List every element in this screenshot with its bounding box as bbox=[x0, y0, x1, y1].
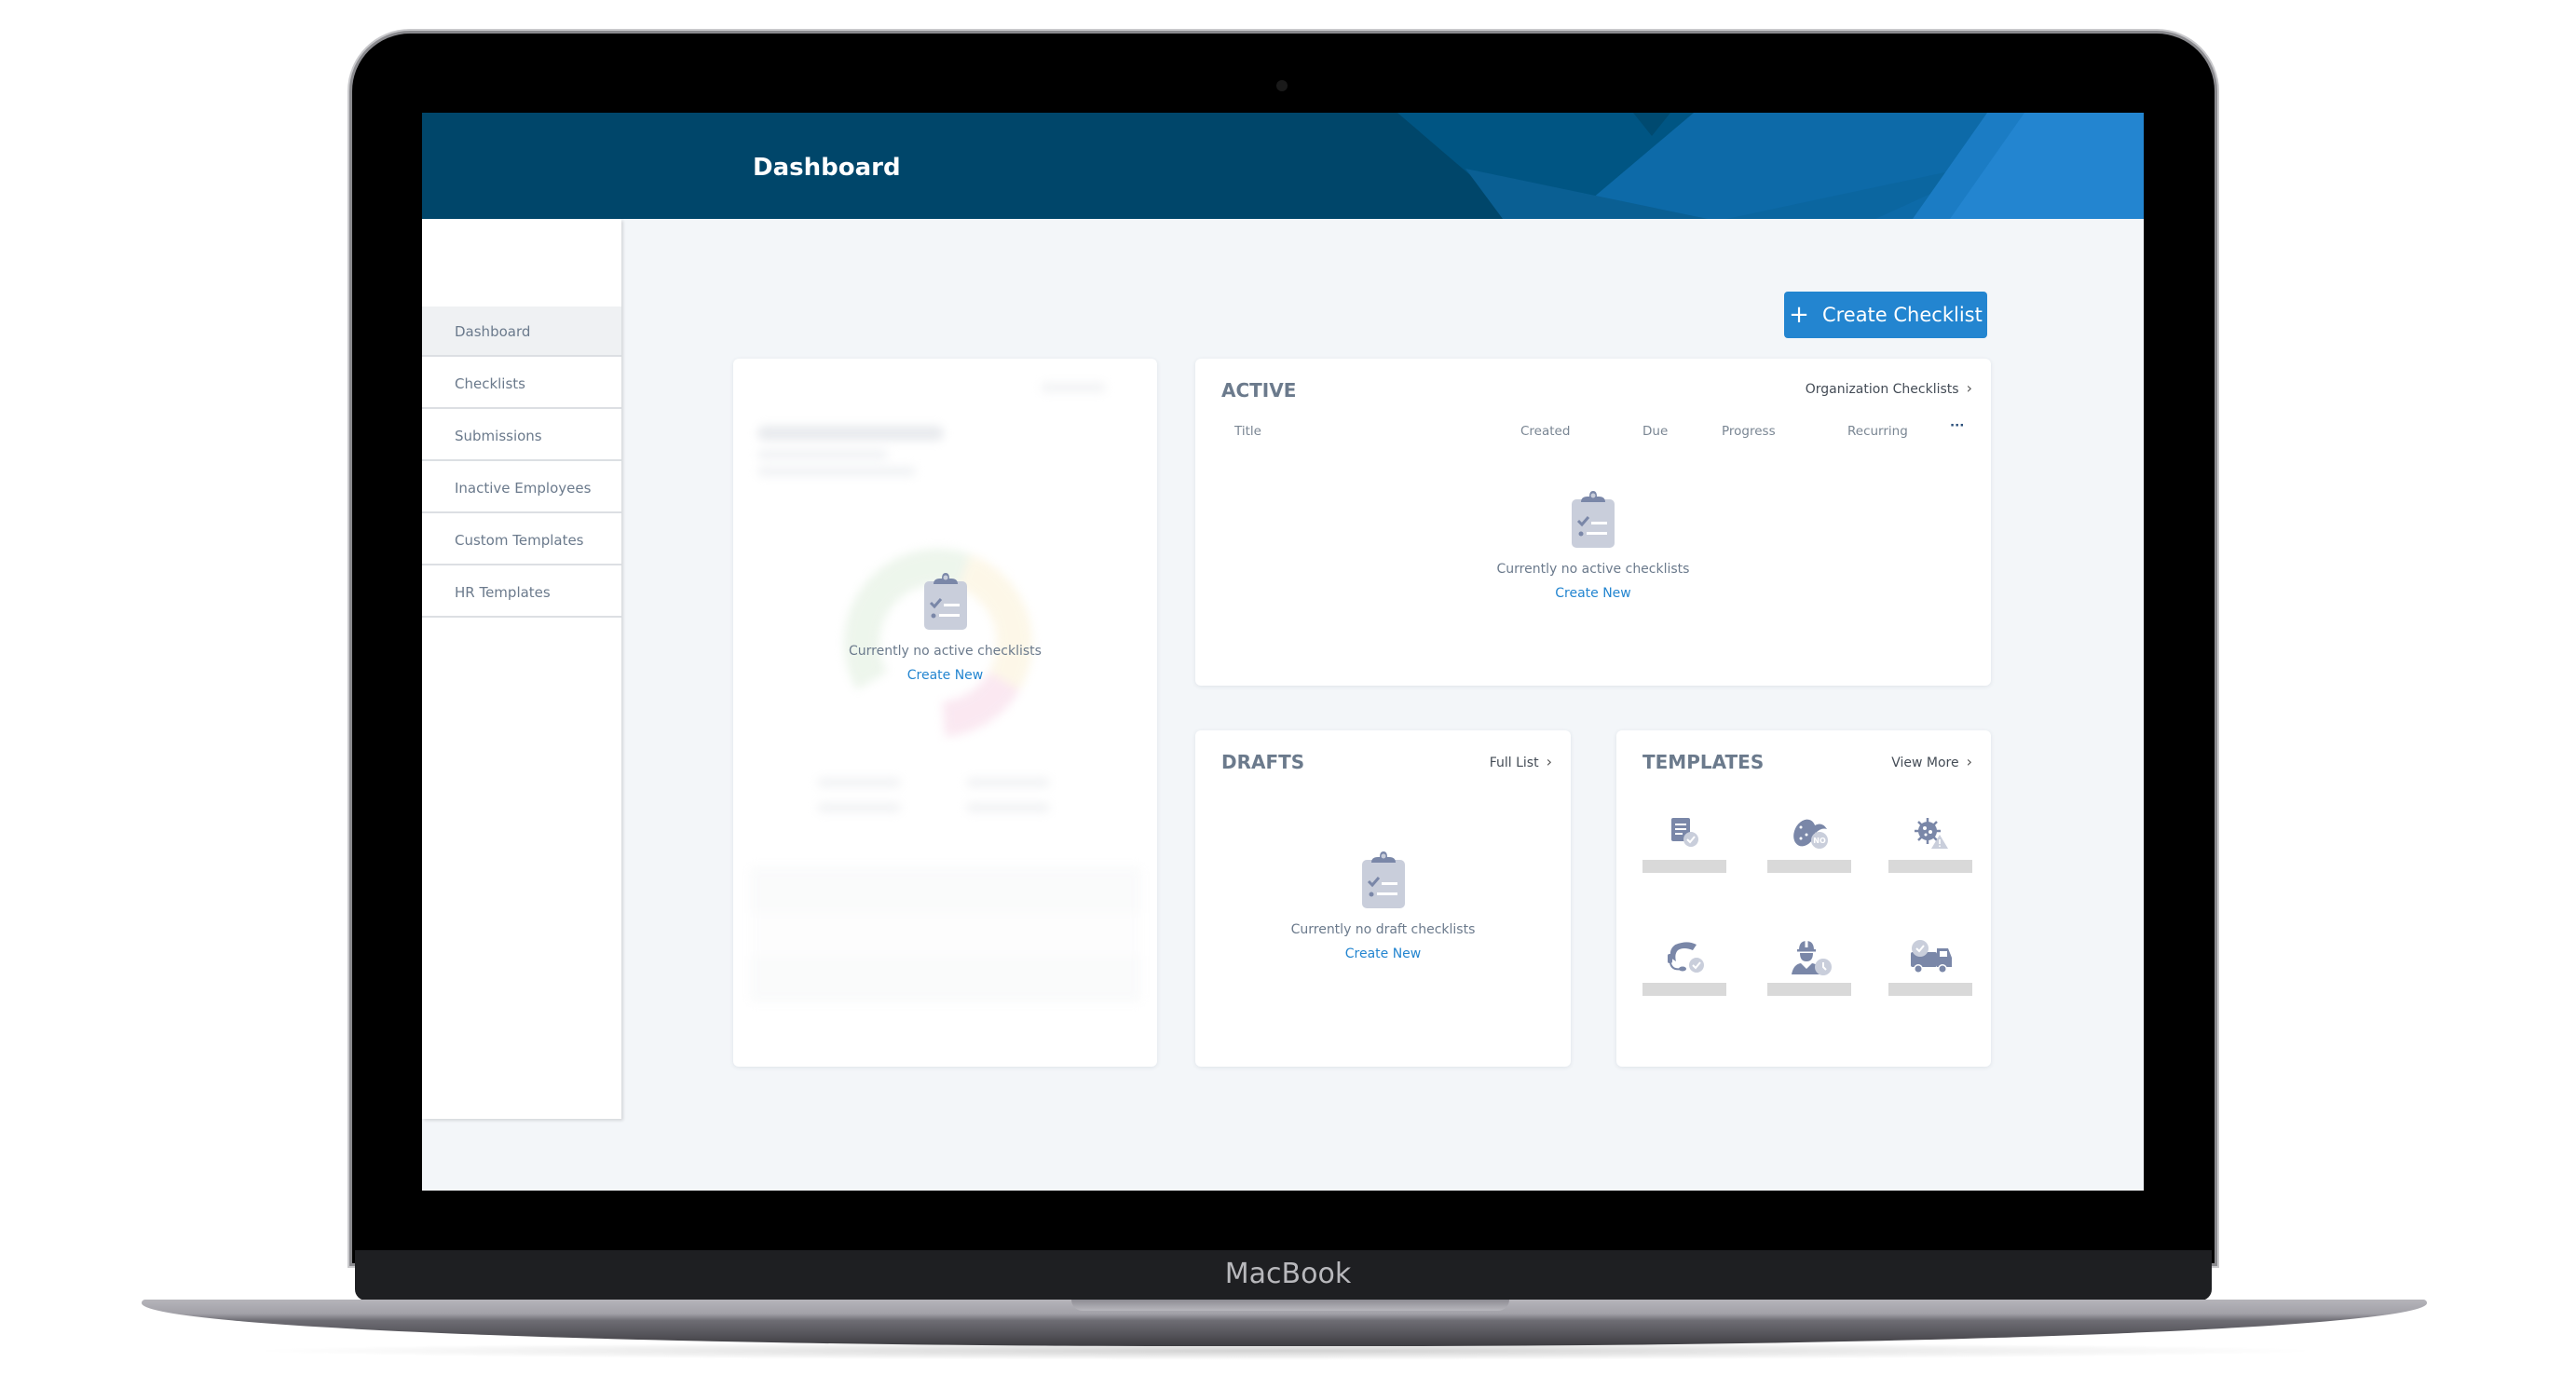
column-header-title[interactable]: Title bbox=[1234, 424, 1261, 439]
sidebar-item-checklists[interactable]: Checklists bbox=[422, 359, 621, 409]
template-name-placeholder bbox=[1888, 983, 1972, 996]
active-card: ACTIVE Organization Checklists › Title Cr… bbox=[1195, 359, 1991, 686]
sidebar-item-custom-templates[interactable]: Custom Templates bbox=[422, 515, 621, 565]
create-new-link[interactable]: Create New bbox=[1555, 586, 1631, 601]
templates-card: TEMPLATES View More › NO bbox=[1616, 730, 1991, 1067]
template-name-placeholder bbox=[1767, 860, 1851, 873]
header-decoration bbox=[1397, 113, 2144, 219]
template-item[interactable] bbox=[1642, 816, 1726, 900]
truck-check-icon bbox=[1911, 940, 1952, 974]
template-name-placeholder bbox=[1767, 983, 1851, 996]
template-name-placeholder bbox=[1642, 860, 1726, 873]
virus-warning-icon bbox=[1915, 818, 1948, 849]
sidebar: Dashboard Checklists Submissions Inactiv… bbox=[422, 219, 621, 1119]
no-peanut-icon: NO bbox=[1793, 819, 1828, 849]
clipboard-icon bbox=[923, 573, 967, 630]
templates-card-title: TEMPLATES bbox=[1642, 751, 1765, 773]
create-checklist-label: Create Checklist bbox=[1821, 304, 1983, 326]
template-item[interactable] bbox=[1767, 939, 1851, 1023]
overview-card: Currently no active checklists Create Ne… bbox=[733, 359, 1157, 1067]
template-name-placeholder bbox=[1642, 983, 1726, 996]
worker-clock-icon bbox=[1792, 940, 1832, 975]
sidebar-item-dashboard[interactable]: Dashboard bbox=[422, 306, 621, 357]
full-list-label: Full List bbox=[1489, 756, 1539, 770]
overview-empty-state: Currently no active checklists Create Ne… bbox=[733, 573, 1157, 683]
chevron-right-icon: › bbox=[1966, 379, 1972, 397]
organization-checklists-link[interactable]: Organization Checklists › bbox=[1806, 379, 1972, 397]
sidebar-item-inactive-employees[interactable]: Inactive Employees bbox=[422, 463, 621, 513]
chevron-right-icon: › bbox=[1546, 753, 1552, 770]
plus-icon: + bbox=[1789, 301, 1809, 329]
create-new-link[interactable]: Create New bbox=[907, 668, 984, 683]
placeholder-row bbox=[750, 866, 1141, 913]
svg-text:NO: NO bbox=[1813, 837, 1826, 845]
headset-support-icon bbox=[1668, 942, 1704, 973]
placeholder-row bbox=[750, 913, 1141, 956]
full-list-link[interactable]: Full List › bbox=[1490, 753, 1552, 770]
empty-state-text: Currently no active checklists bbox=[849, 644, 1042, 659]
view-more-label: View More bbox=[1891, 756, 1959, 770]
placeholder-legend bbox=[817, 778, 901, 787]
sidebar-item-hr-templates[interactable]: HR Templates bbox=[422, 567, 621, 618]
clipboard-icon bbox=[1361, 851, 1405, 908]
ellipsis-icon[interactable]: ··· bbox=[1950, 418, 1964, 433]
template-item[interactable] bbox=[1888, 816, 1972, 900]
column-header-created[interactable]: Created bbox=[1520, 424, 1570, 439]
placeholder-subtitle bbox=[757, 450, 888, 459]
sidebar-item-submissions[interactable]: Submissions bbox=[422, 411, 621, 461]
empty-state-text: Currently no draft checklists bbox=[1290, 922, 1476, 937]
view-more-link[interactable]: View More › bbox=[1891, 753, 1972, 770]
organization-checklists-label: Organization Checklists bbox=[1805, 382, 1959, 397]
document-check-icon bbox=[1671, 818, 1698, 847]
column-header-progress[interactable]: Progress bbox=[1722, 424, 1776, 439]
laptop-hinge-notch bbox=[1071, 1300, 1509, 1311]
drafts-empty-state: Currently no draft checklists Create New bbox=[1195, 851, 1571, 961]
template-item[interactable] bbox=[1888, 939, 1972, 1023]
placeholder-legend bbox=[966, 778, 1050, 787]
drafts-card-title: DRAFTS bbox=[1221, 751, 1305, 773]
column-header-recurring[interactable]: Recurring bbox=[1847, 424, 1908, 439]
placeholder-link bbox=[1041, 383, 1106, 392]
create-new-link[interactable]: Create New bbox=[1345, 946, 1422, 961]
column-header-due[interactable]: Due bbox=[1642, 424, 1668, 439]
placeholder-subtitle bbox=[757, 467, 916, 476]
placeholder-legend bbox=[966, 803, 1050, 812]
page-title: Dashboard bbox=[753, 154, 901, 182]
drafts-card: DRAFTS Full List › Currently no draft che… bbox=[1195, 730, 1571, 1067]
clipboard-icon bbox=[1572, 491, 1615, 548]
placeholder-row bbox=[750, 956, 1141, 1002]
placeholder-title bbox=[757, 426, 944, 441]
template-item[interactable]: NO bbox=[1767, 816, 1851, 900]
app-screen: Dashboard Dashboard Checklists Submissio… bbox=[422, 113, 2144, 1191]
chevron-right-icon: › bbox=[1966, 753, 1972, 770]
active-card-title: ACTIVE bbox=[1221, 379, 1297, 402]
device-brand-label: MacBook bbox=[1224, 1258, 1352, 1290]
empty-state-text: Currently no active checklists bbox=[1496, 562, 1690, 577]
active-empty-state: Currently no active checklists Create Ne… bbox=[1195, 491, 1991, 601]
create-checklist-button[interactable]: + Create Checklist bbox=[1784, 292, 1987, 338]
template-item[interactable] bbox=[1642, 939, 1726, 1023]
camera-icon bbox=[1276, 80, 1288, 91]
page-header: Dashboard bbox=[422, 113, 2144, 219]
template-name-placeholder bbox=[1888, 860, 1972, 873]
placeholder-legend bbox=[817, 803, 901, 812]
